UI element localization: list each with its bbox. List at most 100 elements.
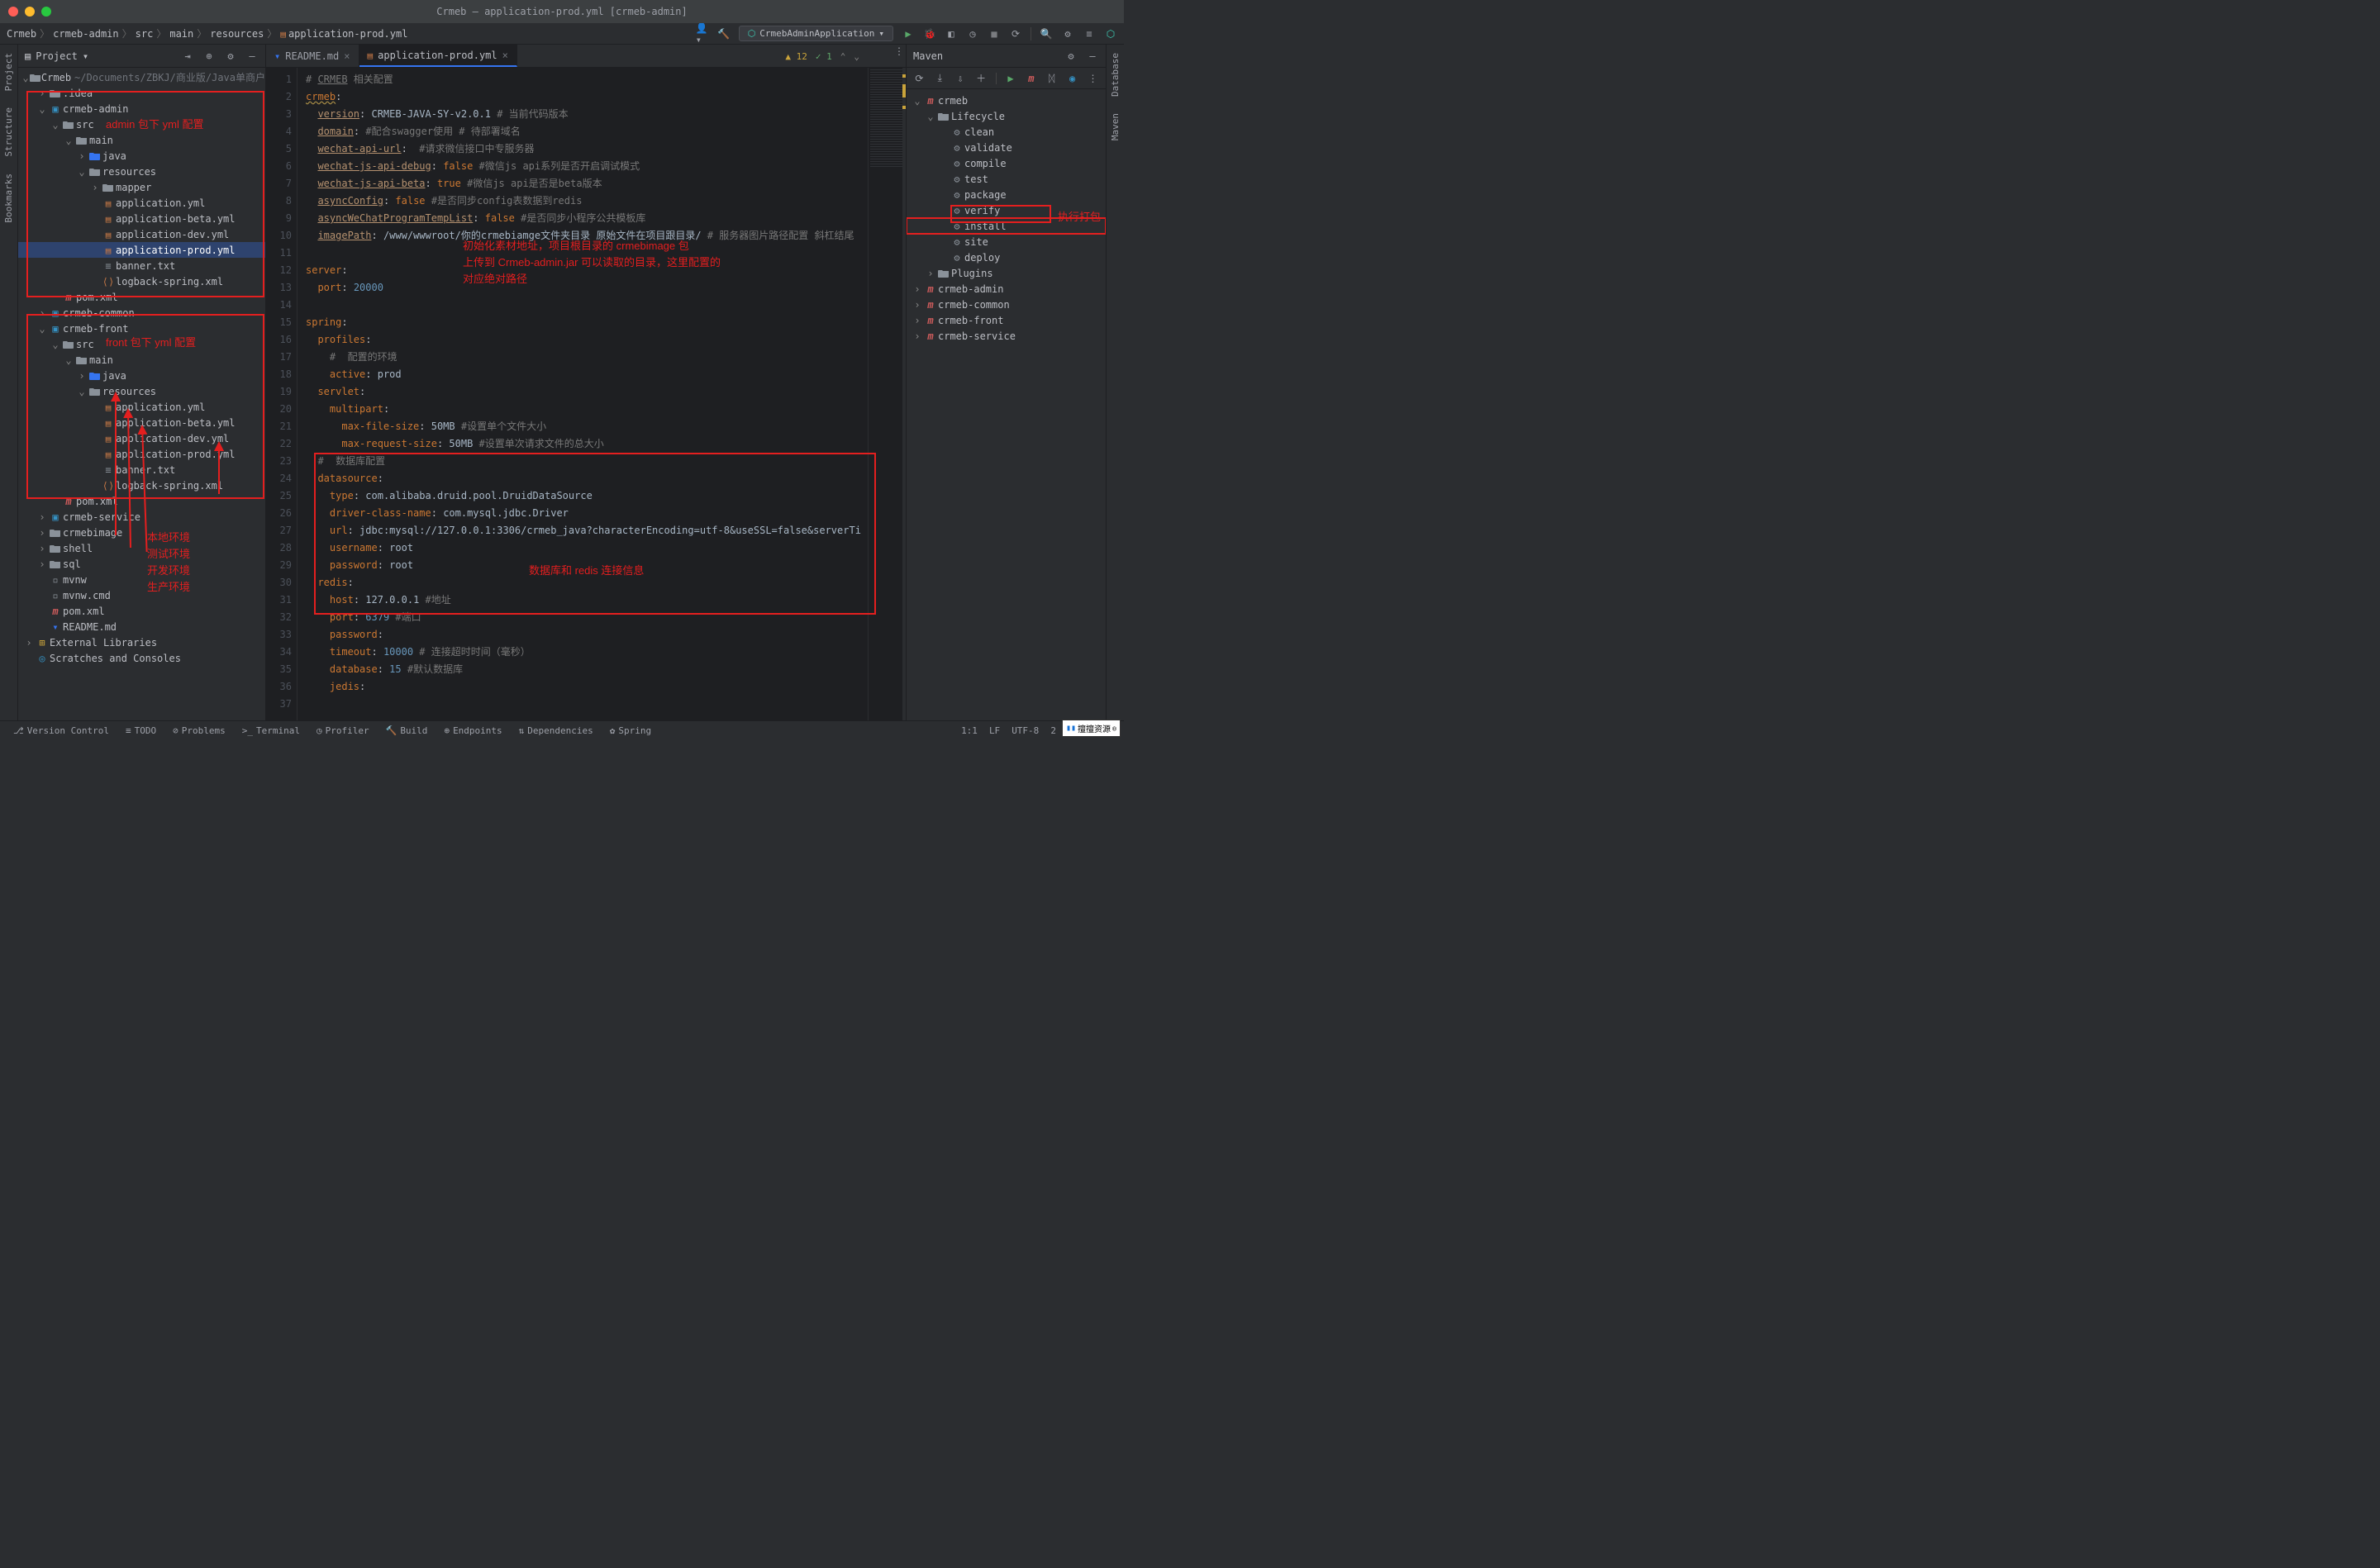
tree-item-shell[interactable]: ›shell bbox=[18, 540, 265, 556]
tree-item-scratches-and-consoles[interactable]: ◎Scratches and Consoles bbox=[18, 650, 265, 666]
tree-item-test[interactable]: ⚙test bbox=[907, 171, 1106, 187]
tree-item-logback-spring-xml[interactable]: ⟨⟩logback-spring.xml bbox=[18, 478, 265, 493]
tree-item-crmeb-admin[interactable]: ⌄▣crmeb-admin bbox=[18, 101, 265, 116]
add-icon[interactable]: ＋ bbox=[975, 72, 988, 85]
tree-item-mvnw[interactable]: ▫mvnw bbox=[18, 572, 265, 587]
tree-item-crmeb-front[interactable]: ⌄▣crmeb-front bbox=[18, 321, 265, 336]
tree-item-banner-txt[interactable]: ≡banner.txt bbox=[18, 462, 265, 478]
status-tab-profiler[interactable]: ◷Profiler bbox=[310, 725, 376, 736]
minimize-window-icon[interactable] bbox=[25, 7, 35, 17]
hide-panel-icon[interactable]: — bbox=[245, 50, 259, 63]
tree-item-crmeb[interactable]: ⌄mcrmeb bbox=[907, 93, 1106, 108]
panel-settings-icon[interactable]: ⚙ bbox=[224, 50, 237, 63]
run-maven-icon[interactable]: ▶ bbox=[1005, 72, 1017, 85]
gutter-tab-structure[interactable]: Structure bbox=[3, 99, 14, 165]
tree-item-application-dev-yml[interactable]: application-dev.yml bbox=[18, 430, 265, 446]
tree-item-crmeb[interactable]: ⌄Crmeb~/Documents/ZBKJ/商业版/Java单商户 bbox=[18, 69, 265, 85]
status-tab-dependencies[interactable]: ⇅Dependencies bbox=[512, 725, 600, 736]
debug-icon[interactable]: 🐞 bbox=[923, 27, 936, 40]
tree-item-crmeb-admin[interactable]: ›mcrmeb-admin bbox=[907, 281, 1106, 297]
maven-more-icon[interactable]: ⋮ bbox=[1087, 72, 1099, 85]
close-window-icon[interactable] bbox=[8, 7, 18, 17]
status-line-ending[interactable]: LF bbox=[989, 725, 1000, 736]
status-encoding[interactable]: UTF-8 bbox=[1011, 725, 1039, 736]
user-icon[interactable]: 👤▾ bbox=[696, 27, 709, 40]
project-tree[interactable]: ⌄Crmeb~/Documents/ZBKJ/商业版/Java单商户›.idea… bbox=[18, 68, 265, 720]
status-tab-terminal[interactable]: >_Terminal bbox=[236, 725, 307, 736]
profiler-icon[interactable]: ◷ bbox=[966, 27, 979, 40]
tree-item-main[interactable]: ⌄main bbox=[18, 132, 265, 148]
breadcrumb-item[interactable]: crmeb-admin bbox=[53, 28, 118, 40]
tree-item-mvnw-cmd[interactable]: ▫mvnw.cmd bbox=[18, 587, 265, 603]
tree-item-application-dev-yml[interactable]: application-dev.yml bbox=[18, 226, 265, 242]
tree-item-application-prod-yml[interactable]: application-prod.yml bbox=[18, 242, 265, 258]
editor-tab-readme-md[interactable]: ▾README.md× bbox=[266, 45, 359, 67]
tree-item-site[interactable]: ⚙site bbox=[907, 234, 1106, 249]
panel-settings-icon[interactable]: ⚙ bbox=[1064, 50, 1078, 63]
tree-item-crmeb-service[interactable]: ›▣crmeb-service bbox=[18, 509, 265, 525]
breadcrumb-item[interactable]: src bbox=[136, 28, 154, 40]
stop-icon[interactable]: ■ bbox=[988, 27, 1001, 40]
tree-item-crmebimage[interactable]: ›crmebimage bbox=[18, 525, 265, 540]
tree-item-lifecycle[interactable]: ⌄Lifecycle bbox=[907, 108, 1106, 124]
tree-item-validate[interactable]: ⚙validate bbox=[907, 140, 1106, 155]
chevron-down-icon[interactable]: ▾ bbox=[83, 50, 88, 62]
status-tab-endpoints[interactable]: ⊕Endpoints bbox=[437, 725, 508, 736]
notifications-icon[interactable]: ≡ bbox=[1083, 27, 1096, 40]
run-config-selector[interactable]: ⬡ CrmebAdminApplication ▾ bbox=[739, 26, 893, 41]
code-with-me-icon[interactable]: ⬡ bbox=[1104, 27, 1117, 40]
tree-item-deploy[interactable]: ⚙deploy bbox=[907, 249, 1106, 265]
status-position[interactable]: 1:1 bbox=[961, 725, 978, 736]
status-tab-spring[interactable]: ✿Spring bbox=[603, 725, 658, 736]
tree-item-resources[interactable]: ⌄resources bbox=[18, 383, 265, 399]
close-tab-icon[interactable]: × bbox=[344, 50, 350, 62]
close-tab-icon[interactable]: × bbox=[502, 50, 508, 61]
tree-item-install[interactable]: ⚙install bbox=[907, 218, 1106, 234]
expand-icon[interactable]: ⊕ bbox=[202, 50, 216, 63]
tree-item-crmeb-common[interactable]: ›▣crmeb-common bbox=[18, 305, 265, 321]
tree-item-java[interactable]: ›java bbox=[18, 148, 265, 164]
tree-item-external-libraries[interactable]: ›⊞External Libraries bbox=[18, 634, 265, 650]
tree-item-application-yml[interactable]: application.yml bbox=[18, 399, 265, 415]
tree-item-verify[interactable]: ⚙verify bbox=[907, 202, 1106, 218]
vcs-update-icon[interactable]: ⟳ bbox=[1009, 27, 1022, 40]
search-everywhere-icon[interactable]: 🔍 bbox=[1040, 27, 1053, 40]
tree-item-pom-xml[interactable]: mpom.xml bbox=[18, 603, 265, 619]
tree-item-main[interactable]: ⌄main bbox=[18, 352, 265, 368]
download-icon[interactable]: ⇩ bbox=[954, 72, 967, 85]
tree-item-resources[interactable]: ⌄resources bbox=[18, 164, 265, 179]
generate-sources-icon[interactable]: ⤓ bbox=[934, 72, 946, 85]
status-tab-problems[interactable]: ⊘Problems bbox=[166, 725, 232, 736]
tree-item-application-beta-yml[interactable]: application-beta.yml bbox=[18, 211, 265, 226]
tree-item--idea[interactable]: ›.idea bbox=[18, 85, 265, 101]
window-controls[interactable] bbox=[8, 7, 51, 17]
project-panel-title[interactable]: Project bbox=[36, 50, 78, 62]
gutter-tab-database[interactable]: Database bbox=[1110, 45, 1121, 105]
tree-item-banner-txt[interactable]: ≡banner.txt bbox=[18, 258, 265, 273]
breadcrumb-item[interactable]: Crmeb bbox=[7, 28, 36, 40]
tree-item-sql[interactable]: ›sql bbox=[18, 556, 265, 572]
maven-tree[interactable]: ⌄mcrmeb⌄Lifecycle⚙clean⚙validate⚙compile… bbox=[907, 89, 1106, 720]
tree-item-logback-spring-xml[interactable]: ⟨⟩logback-spring.xml bbox=[18, 273, 265, 289]
maximize-window-icon[interactable] bbox=[41, 7, 51, 17]
coverage-icon[interactable]: ◧ bbox=[945, 27, 958, 40]
tree-item-application-yml[interactable]: application.yml bbox=[18, 195, 265, 211]
collapse-icon[interactable]: ⇥ bbox=[181, 50, 194, 63]
hammer-icon[interactable]: 🔨 bbox=[717, 27, 731, 40]
tree-item-src[interactable]: ⌄src bbox=[18, 336, 265, 352]
tree-item-pom-xml[interactable]: mpom.xml bbox=[18, 289, 265, 305]
breadcrumb-item[interactable]: application-prod.yml bbox=[280, 28, 407, 40]
status-tab-todo[interactable]: ≡TODO bbox=[119, 725, 163, 736]
tree-item-mapper[interactable]: ›mapper bbox=[18, 179, 265, 195]
tree-item-crmeb-service[interactable]: ›mcrmeb-service bbox=[907, 328, 1106, 344]
status-tab-build[interactable]: 🔨Build bbox=[379, 725, 435, 736]
tree-item-readme-md[interactable]: ▾README.md bbox=[18, 619, 265, 634]
hide-panel-icon[interactable]: — bbox=[1086, 50, 1099, 63]
breadcrumb[interactable]: Crmeb〉crmeb-admin〉src〉main〉resources〉app… bbox=[7, 26, 407, 40]
tree-item-plugins[interactable]: ›Plugins bbox=[907, 265, 1106, 281]
tree-item-application-beta-yml[interactable]: application-beta.yml bbox=[18, 415, 265, 430]
breadcrumb-item[interactable]: resources bbox=[210, 28, 264, 40]
tree-item-crmeb-common[interactable]: ›mcrmeb-common bbox=[907, 297, 1106, 312]
settings-icon[interactable]: ⚙ bbox=[1061, 27, 1074, 40]
tree-item-clean[interactable]: ⚙clean bbox=[907, 124, 1106, 140]
